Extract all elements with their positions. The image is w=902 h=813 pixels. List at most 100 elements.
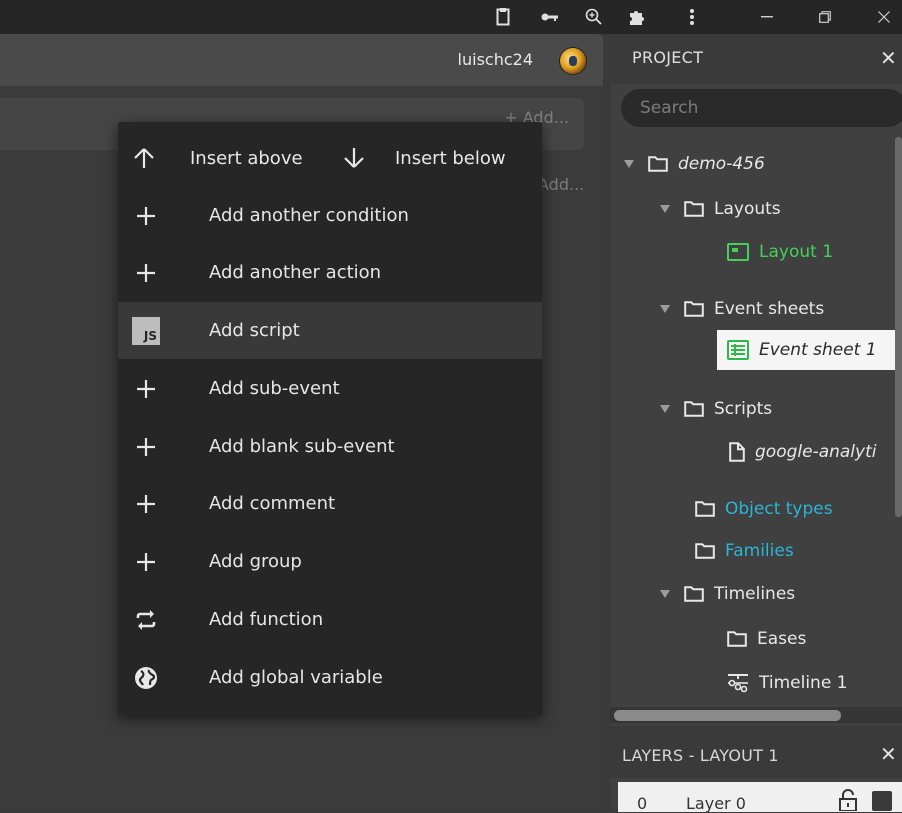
menu-item-add-another-condition[interactable]: Add another condition [118,187,542,244]
menu-item-add-global-variable[interactable]: Add global variable [118,649,542,706]
menu-item-label: Add another condition [209,205,409,226]
menu-item-add-function[interactable]: Add function [118,591,542,648]
tree-node-families[interactable]: Families [695,535,794,567]
tree-label: google-analyti [755,442,877,462]
unlock-icon[interactable] [838,789,858,811]
folder-icon [684,401,704,417]
tree-label: Families [725,541,794,561]
menu-item-label: Add script [209,320,300,341]
key-icon[interactable] [538,0,562,34]
tree-label: Timeline 1 [759,673,848,693]
context-menu: Insert above Insert below Add another co… [118,122,542,715]
tree-node-object-types[interactable]: Object types [695,493,833,525]
expand-triangle-icon[interactable] [660,205,670,213]
plus-icon [132,433,160,461]
tree-label: Scripts [714,399,773,419]
menu-item-label: Add blank sub-event [209,436,395,457]
puzzle-icon[interactable] [624,0,648,34]
plus-icon [132,490,160,518]
file-icon [729,442,745,462]
expand-triangle-icon[interactable] [660,405,670,413]
expand-triangle-icon[interactable] [660,590,670,598]
timeline-icon [728,674,748,693]
editor-header: luischc24 [0,34,603,86]
tree-node-layout-1[interactable]: Layout 1 [727,236,833,268]
user-name[interactable]: luischc24 [458,34,533,86]
expand-triangle-icon[interactable] [660,305,670,313]
restore-icon[interactable] [813,0,837,34]
project-panel: PROJECT ✕ demo-456 Layouts Layout 1 Even… [610,34,902,726]
insert-row: Insert above Insert below [118,122,542,194]
zoom-icon[interactable] [582,0,606,34]
menu-item-add-group[interactable]: Add group [118,533,542,590]
menu-item-label: Add global variable [209,667,383,688]
project-header: PROJECT ✕ [610,34,902,84]
layer-name: Layer 0 [686,794,746,813]
layout-icon [727,243,749,261]
menu-item-add-blank-sub-event[interactable]: Add blank sub-event [118,418,542,475]
project-horizontal-scrollbar[interactable] [614,710,841,721]
plus-icon [132,375,160,403]
tree-node-script-file[interactable]: google-analyti [729,436,902,468]
js-icon: JS [132,317,160,345]
tree-node-scripts[interactable]: Scripts [660,393,772,425]
folder-icon [684,301,704,317]
tree-label: Layouts [714,199,781,219]
clipboard-icon[interactable] [491,0,515,34]
user-avatar[interactable] [560,48,586,74]
folder-icon [695,543,715,559]
minimize-icon[interactable] [755,0,779,34]
globe-icon [132,664,160,692]
menu-item-label: Add function [209,609,324,630]
tree-node-timelines[interactable]: Timelines [660,578,795,610]
plus-icon [132,259,160,287]
tree-node-root[interactable]: demo-456 [624,148,765,180]
project-search-input[interactable] [621,89,902,127]
menu-item-add-sub-event[interactable]: Add sub-event [118,360,542,417]
folder-icon [648,156,668,172]
folder-icon [727,631,747,647]
project-close-button[interactable]: ✕ [880,46,897,70]
tree-node-eases[interactable]: Eases [727,623,806,655]
plus-icon [132,548,160,576]
folder-icon [695,501,715,517]
js-badge: JS [132,317,160,345]
event-sheet-icon [727,340,749,360]
tree-label: Event sheet 1 [759,340,877,360]
insert-below-button[interactable]: Insert below [395,148,506,169]
tree-label: Layout 1 [759,242,834,262]
tree-node-event-sheets[interactable]: Event sheets [660,293,824,325]
layers-header: LAYERS - LAYOUT 1 ✕ [610,732,902,778]
repeat-icon [132,606,160,634]
window-titlebar [0,0,902,34]
arrow-down-icon[interactable] [342,146,366,174]
more-vert-icon[interactable] [680,0,704,34]
plus-icon [132,202,160,230]
close-icon[interactable] [872,0,896,34]
layer-index: 0 [637,794,648,813]
menu-item-label: Add group [209,551,302,572]
menu-item-add-another-action[interactable]: Add another action [118,244,542,301]
expand-triangle-icon[interactable] [624,160,634,168]
tree-node-timeline-1[interactable]: Timeline 1 [727,667,848,699]
arrow-up-icon[interactable] [132,146,156,174]
tree-node-event-sheet-1[interactable]: Event sheet 1 [727,334,877,366]
menu-item-add-script[interactable]: JS Add script [118,302,542,359]
menu-item-label: Add sub-event [209,378,340,399]
tree-label: Timelines [714,584,796,604]
tree-label: Object types [725,499,833,519]
layer-row[interactable]: 0 Layer 0 [618,782,902,813]
tree-label: demo-456 [678,154,765,174]
layers-close-button[interactable]: ✕ [880,742,897,766]
menu-item-add-comment[interactable]: Add comment [118,475,542,532]
project-title: PROJECT [632,48,704,67]
menu-item-label: Add another action [209,262,382,283]
add-action-ghost[interactable]: Add... [538,175,584,194]
project-vertical-scrollbar[interactable] [895,137,902,517]
folder-icon [684,201,704,217]
layers-panel: LAYERS - LAYOUT 1 ✕ 0 Layer 0 [610,732,902,813]
insert-above-button[interactable]: Insert above [190,148,303,169]
tree-node-layouts[interactable]: Layouts [660,193,781,225]
visible-checkbox-icon[interactable] [872,791,892,811]
layers-title: LAYERS - LAYOUT 1 [622,746,779,765]
